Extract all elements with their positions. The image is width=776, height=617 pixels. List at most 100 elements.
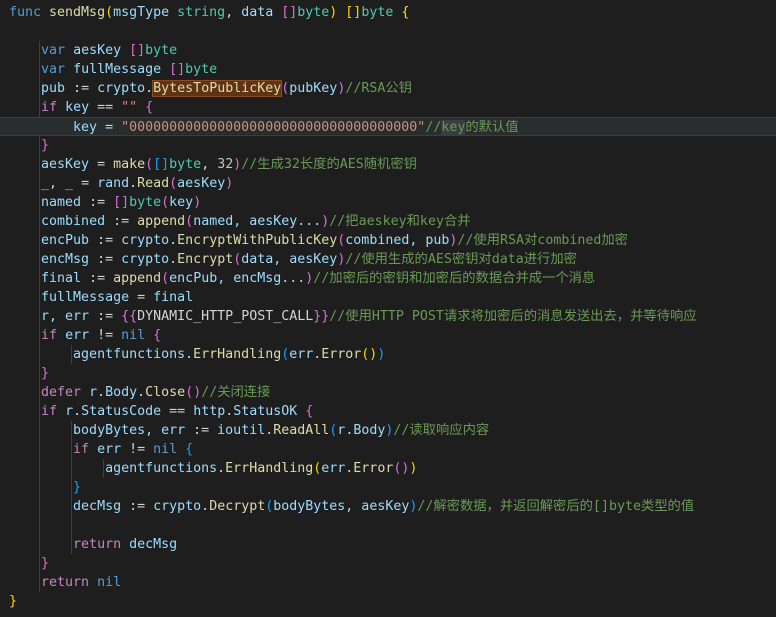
code-line[interactable]: pub := crypto.BytesToPublicKey(pubKey)//… bbox=[0, 79, 776, 98]
code-token: ) bbox=[409, 461, 418, 476]
code-line[interactable]: _, _ = rand.Read(aesKey) bbox=[0, 174, 776, 193]
code-token: decMsg bbox=[73, 499, 130, 514]
code-line[interactable]: } bbox=[0, 364, 776, 383]
code-token: key bbox=[169, 195, 194, 210]
code-token: encMsg bbox=[41, 252, 98, 267]
code-line[interactable]: decMsg := crypto.Decrypt(bodyBytes, aesK… bbox=[0, 497, 776, 516]
code-token: }} bbox=[313, 309, 330, 324]
code-token: sendMsg bbox=[49, 5, 106, 20]
code-line[interactable]: } bbox=[0, 478, 776, 497]
code-token: pub bbox=[41, 81, 74, 96]
code-line[interactable]: key = "000000000000000000000000000000000… bbox=[0, 117, 776, 136]
code-line[interactable]: } bbox=[0, 136, 776, 155]
code-line[interactable]: var fullMessage []byte bbox=[0, 60, 776, 79]
code-token: , bbox=[201, 157, 218, 172]
code-token: append bbox=[137, 214, 186, 229]
code-line[interactable]: } bbox=[0, 554, 776, 573]
code-line[interactable]: agentfunctions.ErrHandling(err.Error()) bbox=[0, 459, 776, 478]
code-line[interactable]: return decMsg bbox=[0, 535, 776, 554]
code-line[interactable]: bodyBytes, err := ioutil.ReadAll(r.Body)… bbox=[0, 421, 776, 440]
code-line[interactable]: defer r.Body.Close()//关闭连接 bbox=[0, 383, 776, 402]
code-token: . bbox=[73, 404, 82, 419]
code-line[interactable] bbox=[0, 516, 776, 535]
code-token: Error bbox=[321, 347, 362, 362]
code-token: ( bbox=[185, 214, 194, 229]
code-token: key bbox=[73, 120, 106, 135]
code-token: { bbox=[401, 5, 410, 20]
code-editor[interactable]: func sendMsg(msgType string, data []byte… bbox=[0, 0, 776, 617]
code-line[interactable]: named := []byte(key) bbox=[0, 193, 776, 212]
code-token: ( bbox=[161, 271, 170, 286]
code-token: ( bbox=[169, 176, 178, 191]
code-token: { bbox=[185, 442, 194, 457]
code-token: . bbox=[97, 385, 106, 400]
code-line[interactable]: return nil bbox=[0, 573, 776, 592]
code-token: if bbox=[41, 328, 66, 343]
code-token: , bbox=[225, 5, 242, 20]
code-line[interactable]: func sendMsg(msgType string, data []byte… bbox=[0, 3, 776, 22]
code-comment: //解密数据，并返回解密后的[]byte类型的值 bbox=[417, 499, 695, 514]
code-line[interactable]: var aesKey []byte bbox=[0, 41, 776, 60]
code-line[interactable]: combined := append(named, aesKey...)//把a… bbox=[0, 212, 776, 231]
code-line[interactable]: if err != nil { bbox=[0, 326, 776, 345]
code-comment: //把aeskey和key合并 bbox=[329, 214, 471, 229]
code-token: 32 bbox=[217, 157, 234, 172]
code-token: nil bbox=[97, 575, 122, 590]
code-token: err bbox=[65, 328, 98, 343]
code-token: } bbox=[9, 594, 18, 609]
code-line[interactable]: if key == "" { bbox=[0, 98, 776, 117]
code-token: decMsg bbox=[129, 537, 178, 552]
code-token: () bbox=[185, 385, 202, 400]
code-token: := bbox=[97, 233, 122, 248]
code-token: [] bbox=[345, 5, 362, 20]
code-line[interactable] bbox=[0, 22, 776, 41]
code-token: ReadAll bbox=[273, 423, 330, 438]
code-line[interactable]: fullMessage = final bbox=[0, 288, 776, 307]
code-token: aesKey bbox=[73, 43, 130, 58]
code-line[interactable]: } bbox=[0, 592, 776, 611]
code-token: var bbox=[41, 43, 74, 58]
code-line[interactable]: final := append(encPub, encMsg...)//加密后的… bbox=[0, 269, 776, 288]
code-token: := bbox=[129, 499, 154, 514]
code-comment: //生成32长度的AES随机密钥 bbox=[241, 157, 417, 172]
code-token: ErrHandling bbox=[225, 461, 314, 476]
code-line[interactable]: aesKey = make([]byte, 32)//生成32长度的AES随机密… bbox=[0, 155, 776, 174]
code-token: key bbox=[65, 100, 98, 115]
code-token: . bbox=[185, 347, 194, 362]
code-token: r bbox=[89, 385, 98, 400]
code-token: if bbox=[41, 404, 66, 419]
code-token: nil bbox=[121, 328, 154, 343]
code-token: encPub bbox=[41, 233, 98, 248]
code-line[interactable]: encMsg := crypto.Encrypt(data, aesKey)//… bbox=[0, 250, 776, 269]
code-token: aesKey bbox=[41, 157, 98, 172]
code-token: "" bbox=[121, 100, 146, 115]
code-token: . bbox=[169, 252, 178, 267]
code-token: () bbox=[393, 461, 410, 476]
code-line[interactable]: if r.StatusCode == http.StatusOK { bbox=[0, 402, 776, 421]
code-token: { bbox=[305, 404, 314, 419]
code-token: nil bbox=[153, 442, 186, 457]
code-token: pubKey bbox=[289, 81, 338, 96]
code-token: := bbox=[97, 252, 122, 267]
code-token: := bbox=[113, 214, 138, 229]
code-token: fullMessage bbox=[41, 290, 138, 305]
code-line[interactable]: encPub := crypto.EncryptWithPublicKey(co… bbox=[0, 231, 776, 250]
code-token: data bbox=[241, 5, 282, 20]
code-token: byte bbox=[145, 43, 178, 58]
code-token: err bbox=[97, 442, 130, 457]
code-token: } bbox=[41, 366, 50, 381]
code-token: crypto bbox=[121, 252, 170, 267]
code-token: return bbox=[41, 575, 98, 590]
code-comment: //RSA公钥 bbox=[345, 81, 412, 96]
code-token: [] bbox=[129, 43, 146, 58]
code-line[interactable]: if err != nil { bbox=[0, 440, 776, 459]
code-line[interactable]: r, err := {{DYNAMIC_HTTP_POST_CALL}}//使用… bbox=[0, 307, 776, 326]
code-line[interactable]: agentfunctions.ErrHandling(err.Error()) bbox=[0, 345, 776, 364]
code-token: [] bbox=[169, 62, 186, 77]
code-comment: key bbox=[441, 120, 466, 135]
